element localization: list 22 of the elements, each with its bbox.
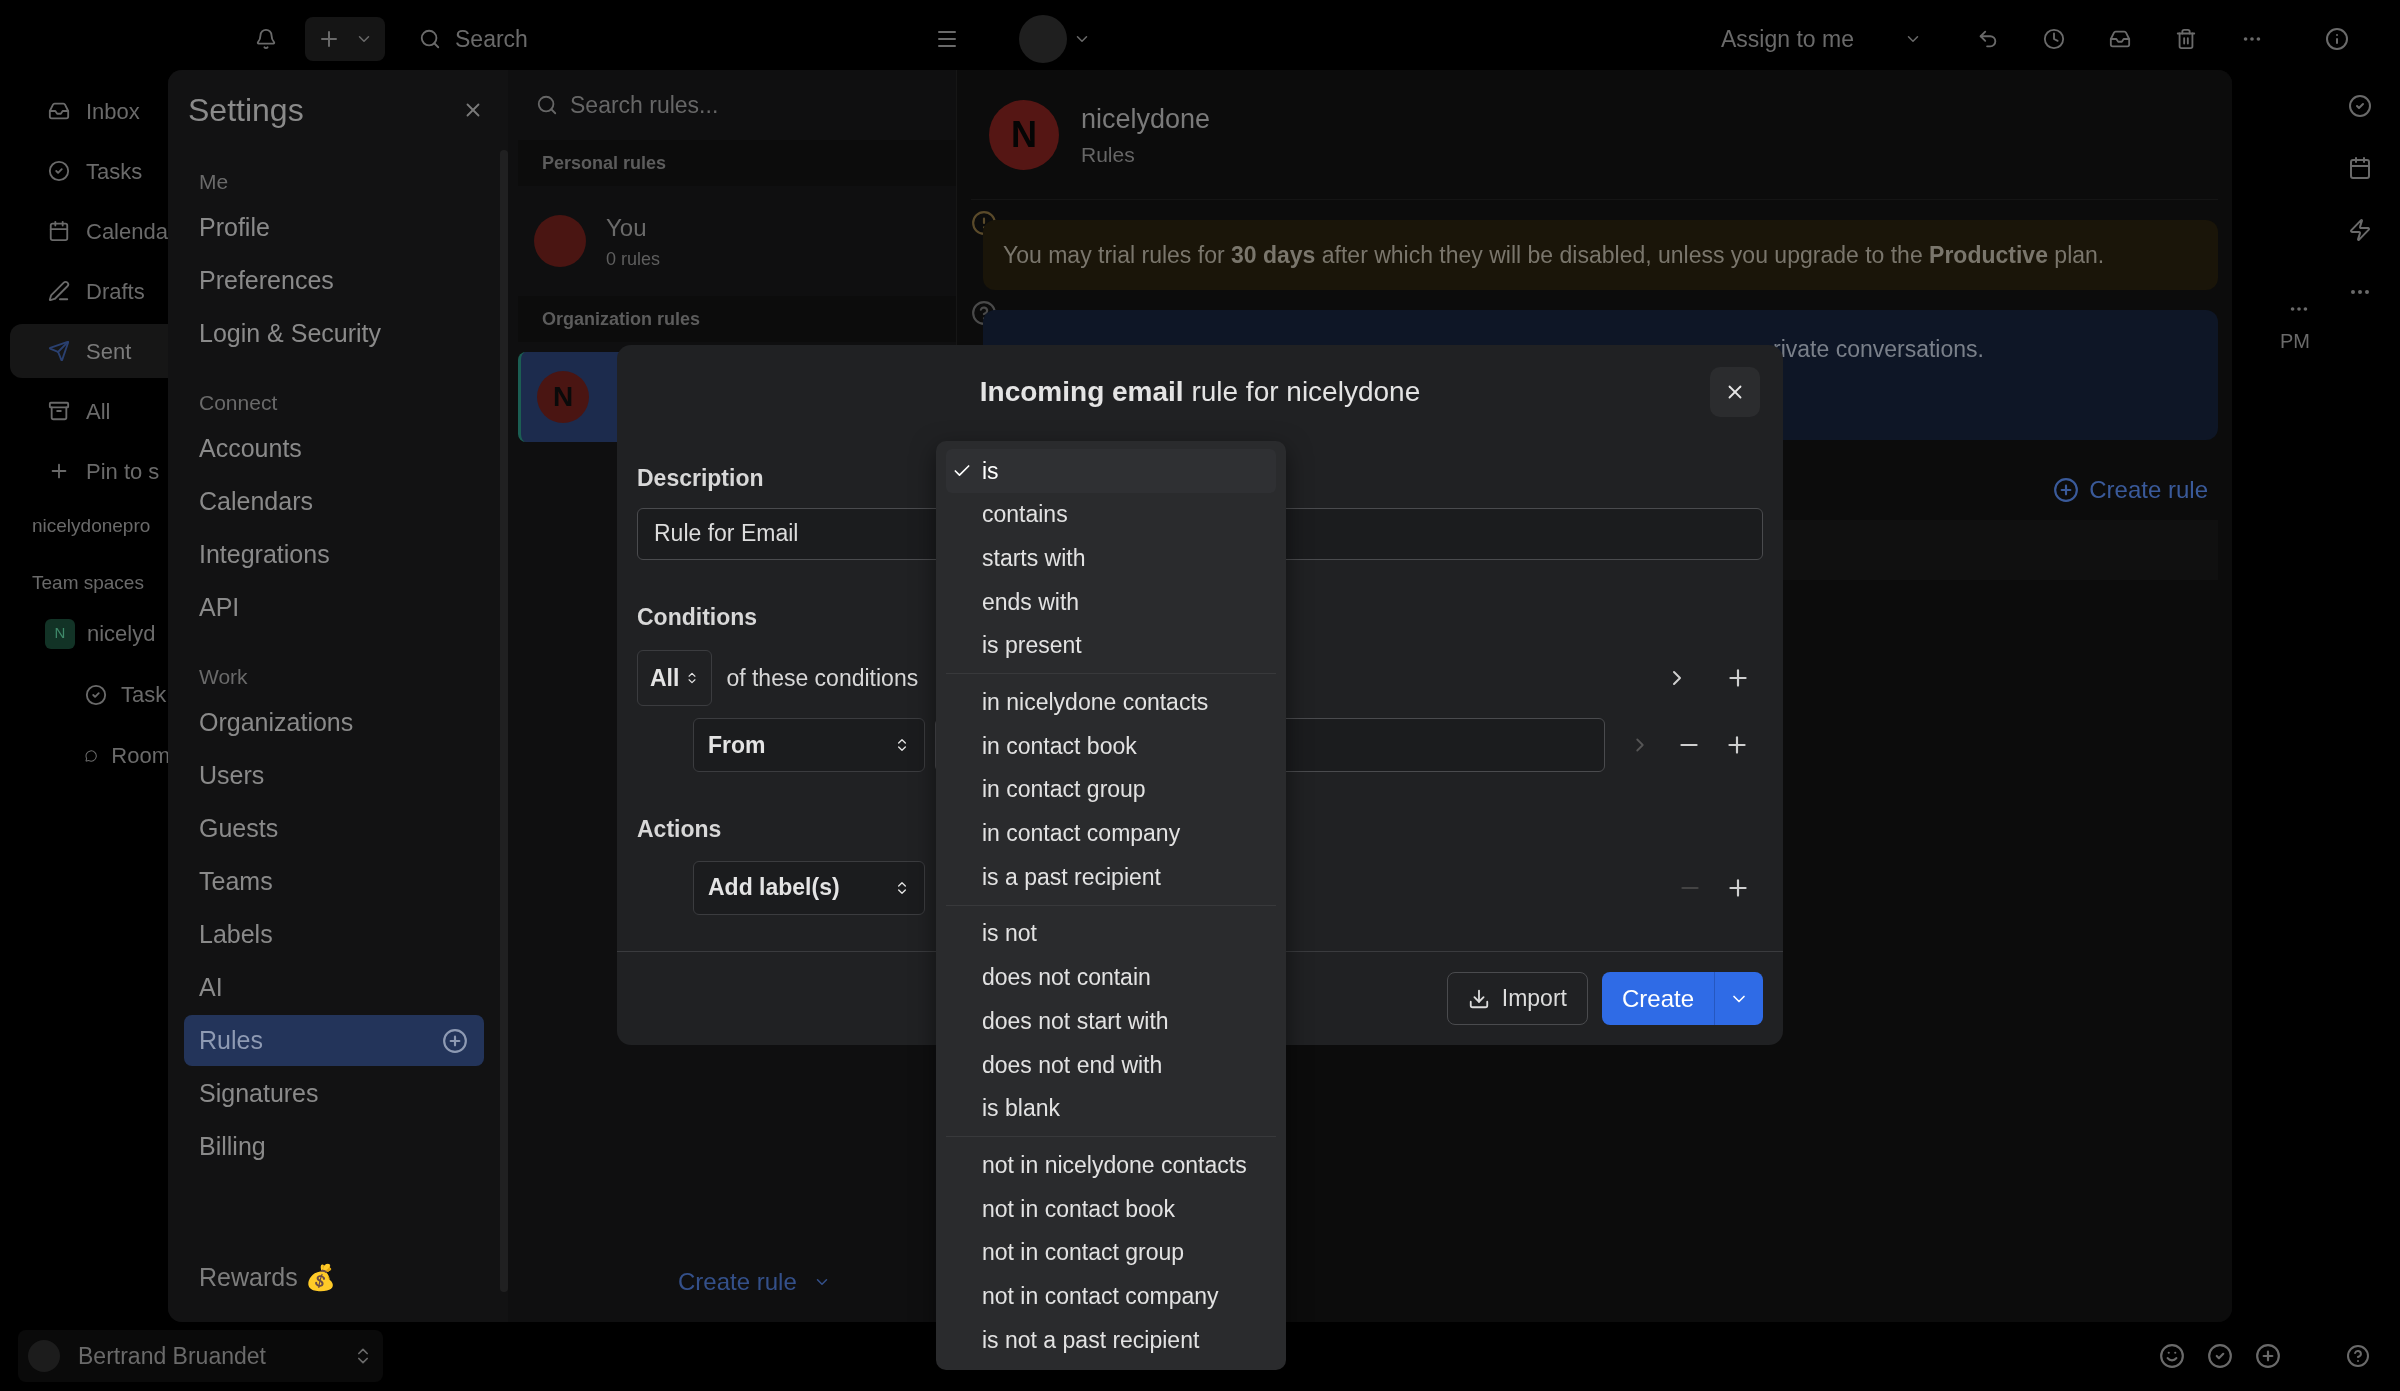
group-heading: Organization rules (542, 307, 701, 331)
org-subtitle: Rules (1081, 142, 1136, 168)
field-label: Conditions (637, 602, 758, 632)
org-avatar: N (989, 99, 1059, 170)
group-heading: Personal rules (542, 151, 667, 175)
warning-banner: You may trial rules for 30 days after which they will be disabled, unless you upgrade to the Productive plan. (983, 220, 2218, 290)
settings-title: Settings (188, 91, 304, 130)
team-avatar: N (45, 618, 75, 649)
section-heading: Connect (198, 390, 278, 417)
workspace-label: nicelydonepro (31, 514, 151, 538)
section-heading: Me (198, 169, 229, 196)
org-name: nicelydone (1081, 102, 1211, 136)
rule-count: 0 rules (606, 247, 661, 271)
section-heading: Team spaces (31, 570, 144, 595)
field-label: Description (637, 464, 764, 493)
rule-owner: You (606, 212, 648, 243)
team-label: nicelyd (87, 620, 156, 648)
time-label: PM (2280, 329, 2310, 354)
field-label: Actions (637, 815, 722, 844)
match-suffix: of these conditions (726, 663, 919, 693)
section-heading: Work (198, 664, 248, 691)
avatar: N (537, 371, 589, 423)
